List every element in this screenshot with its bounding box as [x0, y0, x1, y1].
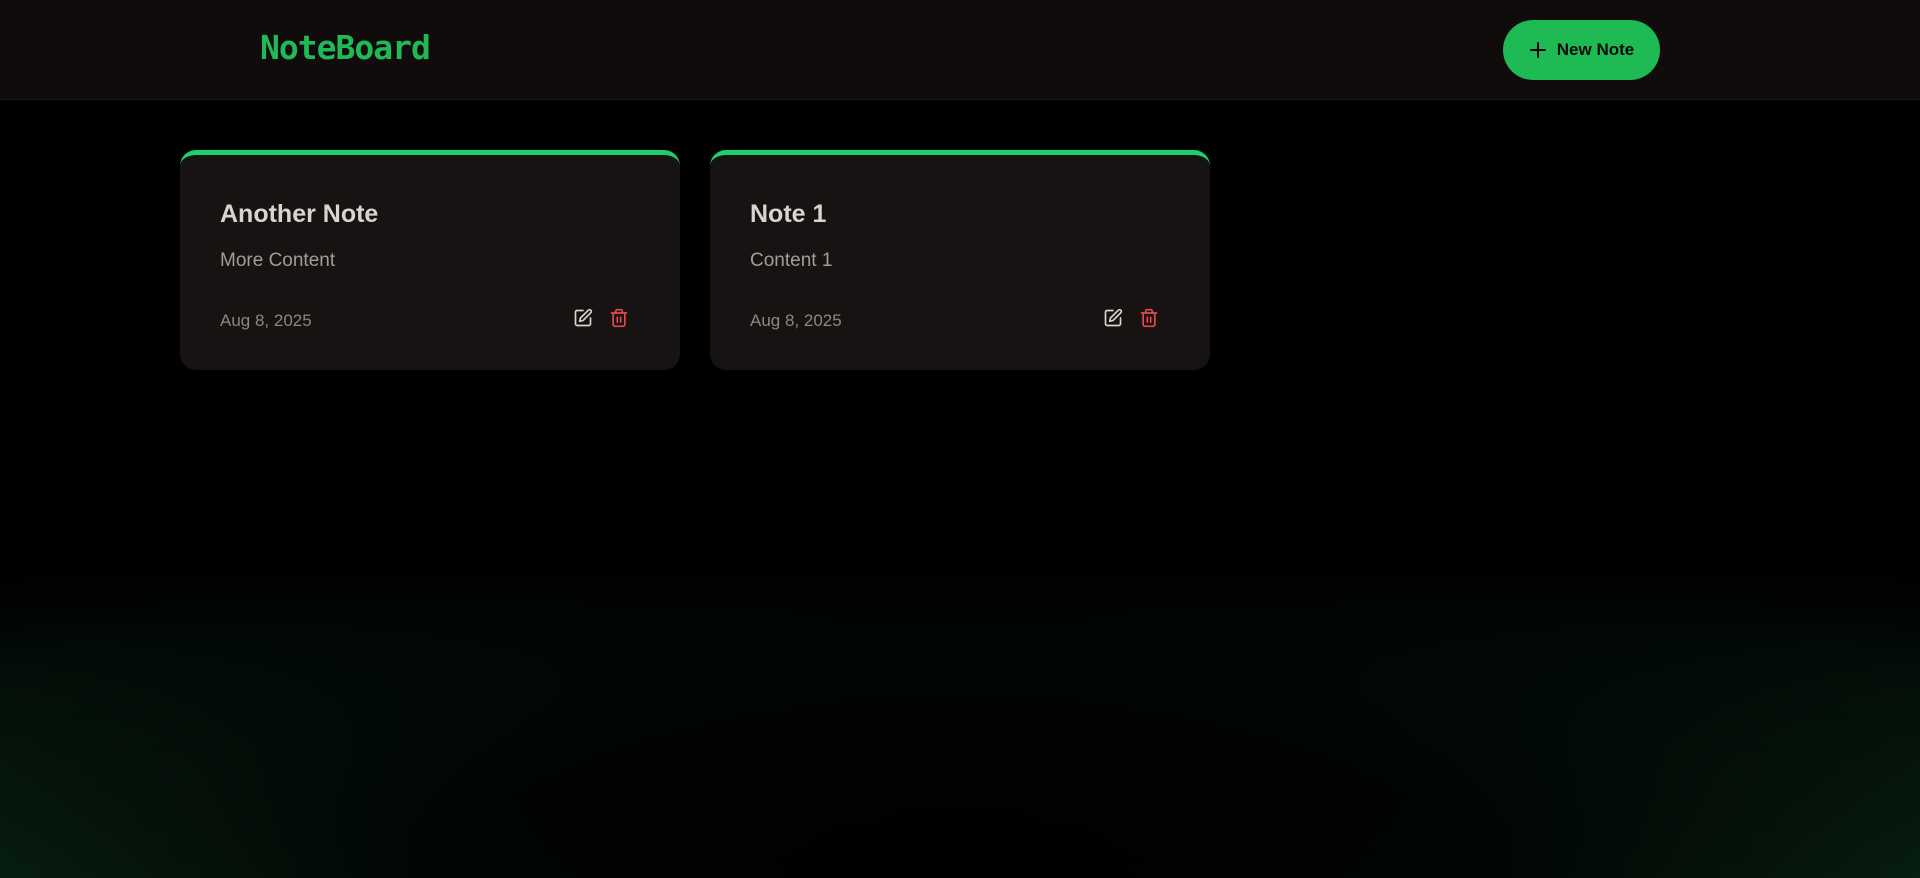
trash-icon	[1139, 308, 1159, 331]
note-date: Aug 8, 2025	[220, 311, 312, 330]
edit-note-button[interactable]	[571, 307, 595, 331]
trash-icon	[609, 308, 629, 331]
note-content: Content 1	[750, 250, 833, 271]
edit-note-button[interactable]	[1101, 307, 1125, 331]
delete-note-button[interactable]	[607, 307, 631, 331]
note-date: Aug 8, 2025	[750, 311, 842, 330]
new-note-button[interactable]: New Note	[1503, 20, 1660, 80]
top-navbar: NoteBoard New Note	[0, 0, 1920, 100]
background-glow	[0, 0, 1920, 878]
note-content: More Content	[220, 250, 336, 271]
delete-note-button[interactable]	[1137, 307, 1161, 331]
app-logo[interactable]: NoteBoard	[260, 28, 431, 67]
edit-icon	[573, 308, 593, 331]
note-title: Another Note	[220, 200, 379, 228]
note-card[interactable]: Note 1 Content 1 Aug 8, 2025	[710, 150, 1210, 370]
note-title: Note 1	[750, 200, 827, 228]
edit-icon	[1103, 308, 1123, 331]
new-note-label: New Note	[1556, 40, 1635, 59]
plus-icon	[1529, 41, 1547, 59]
note-card[interactable]: Another Note More Content Aug 8, 2025	[180, 150, 680, 370]
